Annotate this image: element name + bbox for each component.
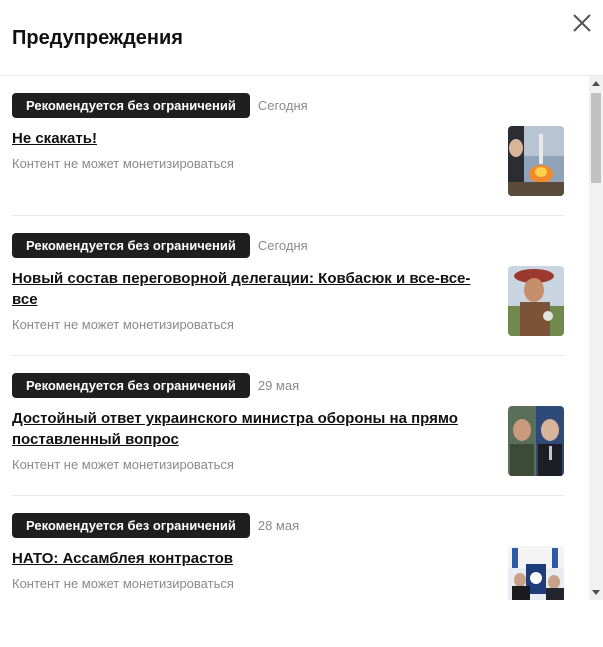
list-item: Рекомендуется без ограничений Сегодня Но… [12,216,564,356]
item-headline-link[interactable]: НАТО: Ассамблея контрастов [12,548,492,569]
scrollbar[interactable] [589,76,603,600]
warnings-dialog: Предупреждения Рекомендуется без огранич… [0,0,603,647]
item-status: Контент не может монетизироваться [12,576,234,591]
costumed-man-thumbnail[interactable] [508,266,564,336]
rocket-launch-thumbnail[interactable] [508,126,564,196]
item-headline-link[interactable]: Новый состав переговорной делегации: Ков… [12,268,492,310]
list-item: Рекомендуется без ограничений Сегодня Не… [12,76,564,216]
scroll-down-icon[interactable] [592,590,600,595]
status-badge: Рекомендуется без ограничений [12,233,250,258]
status-badge: Рекомендуется без ограничений [12,513,250,538]
dialog-title: Предупреждения [12,27,183,49]
item-date: Сегодня [257,98,308,113]
item-status: Контент не может монетизироваться [12,156,234,171]
item-date: 28 мая [257,518,300,533]
list-item: Рекомендуется без ограничений 28 мая НАТ… [12,496,564,600]
two-portraits-thumbnail[interactable] [508,406,564,476]
item-status: Контент не может монетизироваться [12,457,234,472]
item-date: Сегодня [257,238,308,253]
dialog-header: Предупреждения [0,0,603,76]
item-date: 29 мая [257,378,300,393]
item-headline-link[interactable]: Достойный ответ украинского министра обо… [12,408,492,450]
nato-assembly-thumbnail[interactable] [508,546,564,600]
scroll-up-icon[interactable] [592,81,600,86]
close-icon[interactable] [570,11,594,35]
list-item: Рекомендуется без ограничений 29 мая Дос… [12,356,564,496]
status-badge: Рекомендуется без ограничений [12,93,250,118]
warnings-list: Рекомендуется без ограничений Сегодня Не… [0,76,588,600]
item-headline-link[interactable]: Не скакать! [12,128,492,149]
item-status: Контент не может монетизироваться [12,317,234,332]
status-badge: Рекомендуется без ограничений [12,373,250,398]
scrollbar-thumb[interactable] [591,93,601,183]
